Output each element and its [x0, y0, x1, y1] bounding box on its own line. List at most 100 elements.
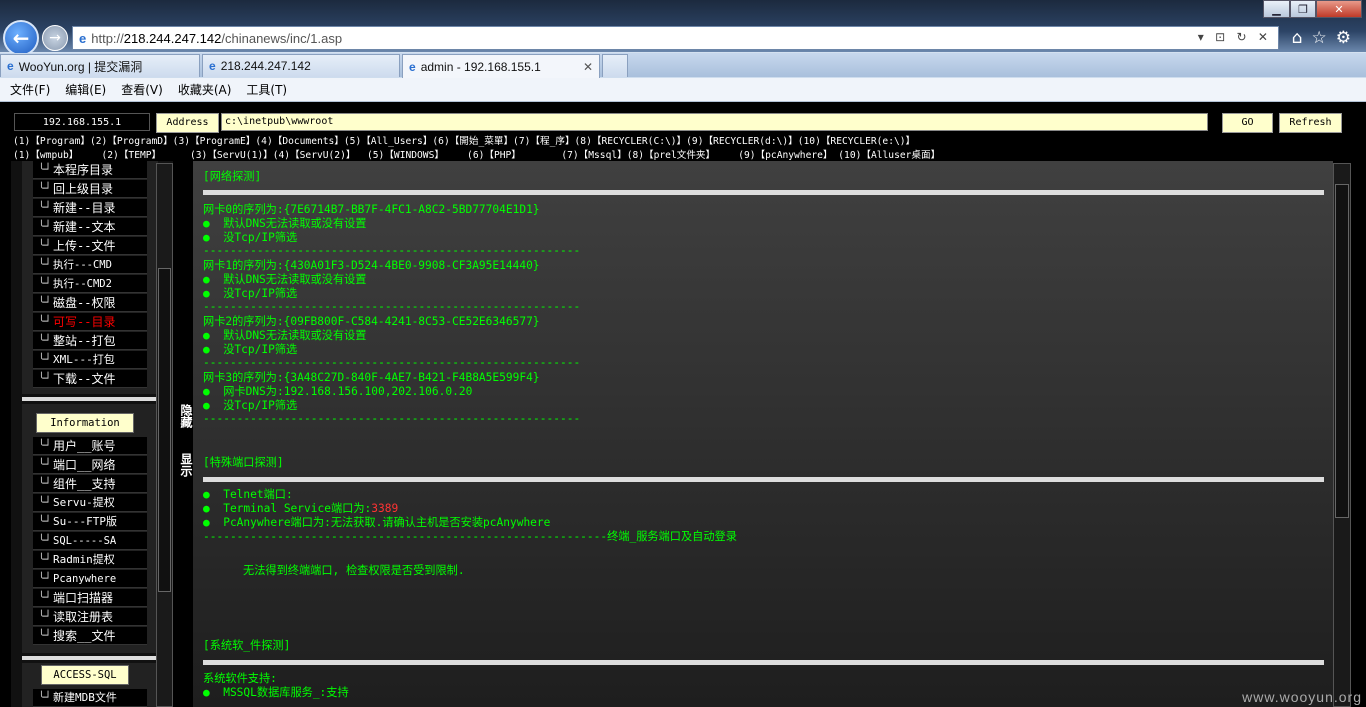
sidebar-item-search-file[interactable]: ╰┘ 搜索__文件: [33, 627, 147, 645]
main-content: [网络探测] 网卡0的序列为:{7E6714B7-BB7F-4FC1-A8C2-…: [193, 161, 1333, 707]
sidebar-item-servu[interactable]: ╰┘ Servu-提权: [33, 494, 147, 512]
tab-wooyun[interactable]: e WooYun.org | 提交漏洞: [0, 54, 200, 77]
sidebar-item-port-scanner[interactable]: ╰┘ 端口扫描器: [33, 589, 147, 607]
terminal-message: 无法得到终端端口, 检查权限是否受到限制.: [243, 564, 465, 577]
sidebar-item-su-ftp[interactable]: ╰┘ Su---FTP版: [33, 513, 147, 531]
dash-line: ----------------------------------------…: [203, 412, 581, 425]
scroll-thumb[interactable]: [158, 268, 171, 592]
ie-icon: e: [79, 30, 87, 46]
ts-port: 3389: [371, 502, 399, 515]
back-button[interactable]: ←: [3, 20, 39, 56]
folder-icon: ╰┘: [38, 220, 52, 233]
nic-line: ● 默认DNS无法读取或没有设置: [203, 273, 367, 286]
url-field[interactable]: e http://218.244.247.142/chinanews/inc/1…: [72, 26, 1279, 50]
url-host: 218.244.247.142: [123, 30, 222, 46]
sidebar-item-cmd[interactable]: ╰┘ 执行---CMD: [33, 256, 147, 274]
sidebar-item-download[interactable]: ╰┘ 下载--文件: [33, 370, 147, 388]
dash-line: ----------------------------------------…: [203, 244, 581, 257]
folder-icon: ╰┘: [38, 372, 52, 385]
scroll-thumb[interactable]: [1335, 184, 1349, 518]
folder-icon: ╰┘: [38, 691, 52, 704]
sidebar-item-new-dir[interactable]: ╰┘ 新建--目录: [33, 199, 147, 217]
sidebar-item-current-dir[interactable]: ╰┘ 本程序目录: [33, 161, 147, 179]
sidebar-item-disk-perm[interactable]: ╰┘ 磁盘--权限: [33, 294, 147, 312]
address-label: Address: [156, 113, 219, 133]
new-tab-button[interactable]: [602, 54, 628, 77]
refresh-button[interactable]: Refresh: [1279, 113, 1342, 133]
sidebar-item-sql-sa[interactable]: ╰┘ SQL-----SA: [33, 532, 147, 550]
ts-label: ● Terminal Service端口为:: [203, 502, 372, 515]
folder-icon: ╰┘: [38, 534, 52, 547]
server-ip: 192.168.155.1: [14, 113, 150, 131]
sidebar-item-writable[interactable]: ╰┘ 可写--目录: [33, 313, 147, 331]
url-controls-icon[interactable]: ▾ ⊡ ↻ ✕: [1198, 30, 1272, 44]
maximize-button[interactable]: ❐: [1290, 0, 1316, 18]
show-link[interactable]: 显示: [173, 453, 193, 477]
sidebar-item-parent-dir[interactable]: ╰┘ 回上级目录: [33, 180, 147, 198]
folder-icon: ╰┘: [38, 315, 52, 328]
ie-icon: e: [7, 59, 14, 73]
sidebar-item-upload[interactable]: ╰┘ 上传--文件: [33, 237, 147, 255]
nic-serial: 网卡0的序列为:{7E6714B7-BB7F-4FC1-A8C2-5BD7770…: [203, 203, 540, 216]
folder-icon: ╰┘: [38, 629, 52, 642]
sidebar-item-port-network[interactable]: ╰┘ 端口__网络: [33, 456, 147, 474]
tab-ip[interactable]: e 218.244.247.142: [202, 54, 400, 77]
url-path: /chinanews/inc/1.asp: [221, 30, 343, 46]
hide-link[interactable]: 隐藏: [173, 404, 193, 428]
sidebar-toggle[interactable]: 隐藏 显示: [173, 161, 193, 707]
sidebar-item-xml-pack[interactable]: ╰┘ XML---打包: [33, 351, 147, 369]
tab-label: WooYun.org | 提交漏洞: [18, 59, 143, 74]
menu-view[interactable]: 查看(V): [121, 81, 163, 98]
folder-icon: ╰┘: [38, 496, 52, 509]
webshell-page: 192.168.155.1 Address c:\inetpub\wwwroot…: [0, 102, 1366, 707]
folder-icon: ╰┘: [38, 296, 52, 309]
sidebar-item-new-mdb[interactable]: ╰┘ 新建MDB文件: [33, 689, 147, 707]
folder-icon: ╰┘: [38, 610, 52, 623]
nic-serial: 网卡1的序列为:{430A01F3-D524-4BE0-9908-CF3A95E…: [203, 259, 540, 272]
sidebar-item-registry[interactable]: ╰┘ 读取注册表: [33, 608, 147, 626]
sidebar-item-pcanywhere[interactable]: ╰┘ Pcanywhere: [33, 570, 147, 588]
menu-edit[interactable]: 编辑(E): [65, 81, 106, 98]
sidebar-item-cmd2[interactable]: ╰┘ 执行--CMD2: [33, 275, 147, 293]
home-favorites-tools-icons[interactable]: ⌂☆⚙: [1292, 28, 1360, 48]
pcanywhere-line: ● PcAnywhere端口为:无法获取.请确认主机是否安装pcAnywhere: [203, 516, 551, 529]
sidebar-item-radmin[interactable]: ╰┘ Radmin提权: [33, 551, 147, 569]
sidebar-item-new-text[interactable]: ╰┘ 新建--文本: [33, 218, 147, 236]
sidebar-item-components[interactable]: ╰┘ 组件__支持: [33, 475, 147, 493]
quicklinks-row-1[interactable]: (1)【Program】(2)【ProgramD】(3)【ProgramE】(4…: [13, 136, 915, 148]
minimize-button[interactable]: ▁: [1263, 0, 1290, 18]
path-input[interactable]: c:\inetpub\wwwroot: [221, 113, 1208, 131]
folder-icon: ╰┘: [38, 515, 52, 528]
separator-bar: [203, 660, 1324, 665]
nic-serial: 网卡3的序列为:{3A48C27D-840F-4AE7-B421-F4B8A5E…: [203, 371, 540, 384]
dash-line: ----------------------------------------…: [203, 300, 581, 313]
sidebar: ╰┘ 本程序目录 ╰┘ 回上级目录 ╰┘ 新建--目录 ╰┘ 新建--文本 ╰┘ 上传--…: [11, 161, 176, 707]
folder-icon: ╰┘: [38, 163, 52, 176]
nic-serial: 网卡2的序列为:{09FB800F-C584-4241-8C53-CE52E63…: [203, 315, 540, 328]
sidebar-scrollbar[interactable]: [156, 163, 173, 707]
tab-admin[interactable]: e admin - 192.168.155.1 ✕: [402, 54, 600, 78]
section-title: [特殊端口探测]: [203, 456, 284, 469]
url-prefix: http://: [91, 30, 124, 46]
nic-line: ● 没Tcp/IP筛选: [203, 399, 298, 412]
folder-icon: ╰┘: [38, 277, 52, 290]
folder-icon: ╰┘: [38, 553, 52, 566]
menu-tools[interactable]: 工具(T): [246, 81, 287, 98]
folder-icon: ╰┘: [38, 458, 52, 471]
section-title: [网络探测]: [203, 170, 262, 183]
main-scrollbar[interactable]: [1333, 163, 1351, 707]
folder-icon: ╰┘: [38, 239, 52, 252]
menu-favorites[interactable]: 收藏夹(A): [178, 81, 232, 98]
address-bar-row: ▁ ❐ ✕ ← → e http://218.244.247.142/china…: [0, 0, 1366, 56]
go-button[interactable]: GO: [1222, 113, 1273, 133]
separator-bar: [203, 477, 1324, 482]
sidebar-item-user-accounts[interactable]: ╰┘ 用户__账号: [33, 437, 147, 455]
information-label: Information: [36, 413, 134, 433]
close-window-button[interactable]: ✕: [1316, 0, 1362, 18]
menu-file[interactable]: 文件(F): [10, 81, 50, 98]
forward-button[interactable]: →: [42, 25, 68, 51]
sidebar-divider: [22, 397, 158, 401]
sidebar-item-site-pack[interactable]: ╰┘ 整站--打包: [33, 332, 147, 350]
folder-icon: ╰┘: [38, 353, 52, 366]
close-tab-icon[interactable]: ✕: [583, 60, 593, 74]
